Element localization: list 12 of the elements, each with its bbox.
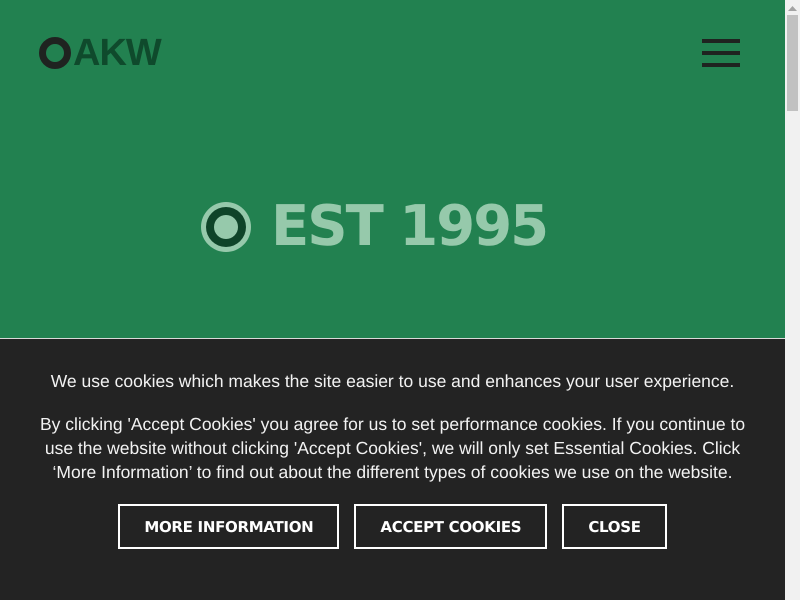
tagline: EST 1995 bbox=[271, 197, 548, 257]
cookie-button[interactable]: MORE INFORMATION bbox=[118, 504, 340, 549]
scrollbar[interactable] bbox=[785, 0, 800, 600]
cookie-button[interactable]: CLOSE bbox=[562, 504, 667, 549]
logo-icon bbox=[39, 37, 71, 69]
menu-icon[interactable] bbox=[702, 39, 740, 67]
scroll-up-icon[interactable] bbox=[788, 6, 797, 11]
cookie-button[interactable]: ACCEPT COOKIES bbox=[354, 504, 548, 549]
cookie-intro-text: We use cookies which makes the site easier to use and enhances your user experience. bbox=[50, 370, 734, 393]
scrollbar-thumb[interactable] bbox=[787, 15, 798, 111]
cookie-details-text: By clicking 'Accept Cookies' you agree for us to set performance cookies. If you continue to use the website without clicking 'Accept Cookies', we will only set Essential Cookies. Click ‘More Information’ to find out about the different types of cookies we use on the website. bbox=[38, 413, 746, 484]
target-icon bbox=[201, 202, 251, 252]
